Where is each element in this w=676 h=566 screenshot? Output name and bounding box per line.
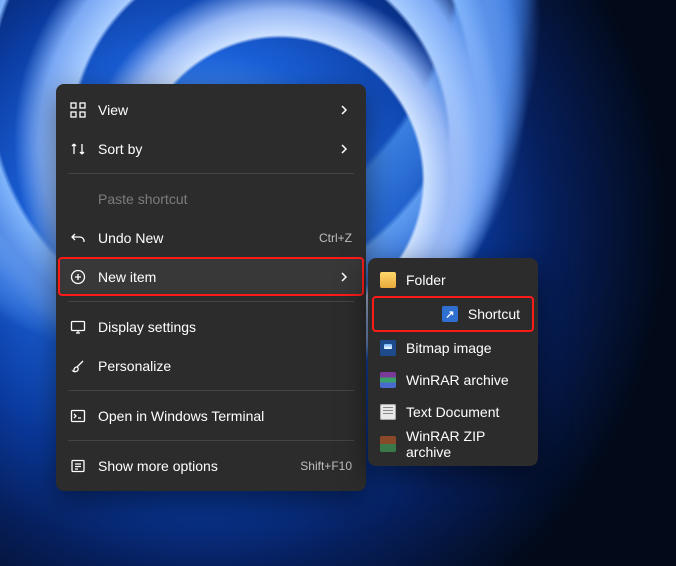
submenu-item-shortcut-highlight: Shortcut — [372, 296, 534, 332]
brush-icon — [70, 358, 86, 374]
menu-shortcut: Shift+F10 — [300, 459, 352, 473]
terminal-icon — [70, 408, 86, 424]
undo-icon — [70, 230, 86, 246]
submenu-item-shortcut[interactable]: Shortcut — [374, 298, 532, 330]
sort-icon — [70, 141, 86, 157]
bitmap-icon — [380, 340, 396, 356]
submenu-label: Folder — [406, 272, 446, 288]
desktop-context-menu: View Sort by Paste shortcut Undo New Ctr… — [56, 84, 366, 491]
shortcut-icon — [442, 306, 458, 322]
submenu-item-winrar-zip[interactable]: WinRAR ZIP archive — [368, 428, 538, 460]
submenu-item-folder[interactable]: Folder — [368, 264, 538, 296]
menu-label: Open in Windows Terminal — [98, 408, 264, 424]
menu-label: Personalize — [98, 358, 171, 374]
separator — [68, 390, 354, 391]
plus-circle-icon — [70, 269, 86, 285]
menu-label: Paste shortcut — [98, 191, 188, 207]
menu-item-open-terminal[interactable]: Open in Windows Terminal — [56, 396, 366, 435]
menu-item-personalize[interactable]: Personalize — [56, 346, 366, 385]
grid-icon — [70, 102, 86, 118]
submenu-item-bitmap[interactable]: Bitmap image — [368, 332, 538, 364]
menu-label: Show more options — [98, 458, 218, 474]
submenu-item-winrar[interactable]: WinRAR archive — [368, 364, 538, 396]
menu-item-sort-by[interactable]: Sort by — [56, 129, 366, 168]
winrar-zip-icon — [380, 436, 396, 452]
new-item-submenu: Folder Shortcut Bitmap image WinRAR arch… — [368, 258, 538, 466]
menu-item-show-more-options[interactable]: Show more options Shift+F10 — [56, 446, 366, 485]
folder-icon — [380, 272, 396, 288]
separator — [68, 440, 354, 441]
display-icon — [70, 319, 86, 335]
menu-label: View — [98, 102, 128, 118]
separator — [68, 301, 354, 302]
menu-shortcut: Ctrl+Z — [319, 231, 352, 245]
menu-item-undo-new[interactable]: Undo New Ctrl+Z — [56, 218, 366, 257]
menu-item-view[interactable]: View — [56, 90, 366, 129]
submenu-item-text-document[interactable]: Text Document — [368, 396, 538, 428]
winrar-icon — [380, 372, 396, 388]
menu-item-display-settings[interactable]: Display settings — [56, 307, 366, 346]
chevron-right-icon — [336, 269, 352, 285]
menu-label: Display settings — [98, 319, 196, 335]
menu-label: New item — [98, 269, 156, 285]
more-options-icon — [70, 458, 86, 474]
menu-label: Undo New — [98, 230, 163, 246]
submenu-label: WinRAR ZIP archive — [406, 428, 526, 460]
chevron-right-icon — [336, 141, 352, 157]
separator — [68, 173, 354, 174]
chevron-right-icon — [336, 102, 352, 118]
menu-item-paste-shortcut: Paste shortcut — [56, 179, 366, 218]
submenu-label: Text Document — [406, 404, 499, 420]
submenu-label: Bitmap image — [406, 340, 492, 356]
text-file-icon — [380, 404, 396, 420]
menu-item-new[interactable]: New item — [58, 257, 364, 296]
submenu-label: Shortcut — [468, 306, 520, 322]
blank-icon — [70, 191, 86, 207]
submenu-label: WinRAR archive — [406, 372, 509, 388]
menu-label: Sort by — [98, 141, 142, 157]
